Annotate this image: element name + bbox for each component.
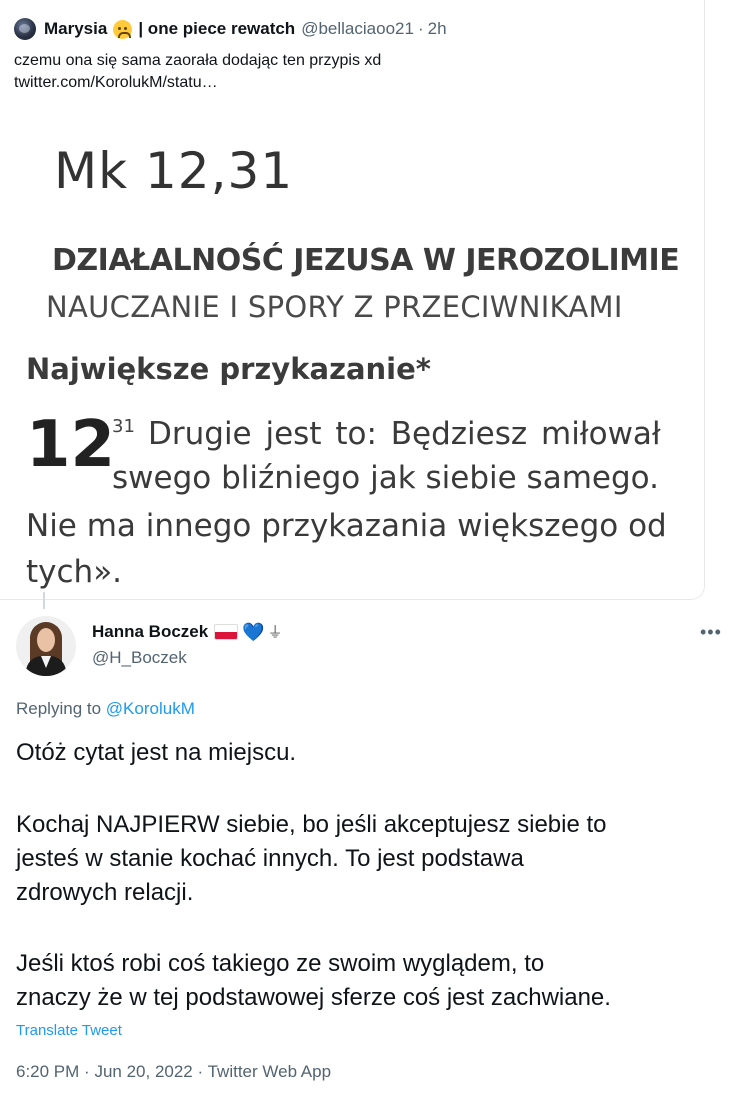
tweet-time[interactable]: 6:20 PM — [16, 1062, 79, 1081]
poland-flag-icon — [214, 624, 239, 640]
quoted-timestamp[interactable]: 2h — [428, 19, 447, 39]
tweet-date[interactable]: Jun 20, 2022 — [94, 1062, 192, 1081]
replying-to-link[interactable]: @KorolukM — [106, 699, 195, 718]
tweet-text-line: jesteś w stanie kochać innych. To jest p… — [16, 845, 524, 872]
scan-text-line: swego bliźniego jak siebie samego. — [112, 460, 659, 496]
scan-text-line: tych». — [26, 554, 123, 590]
scan-reference: Mk 12,31 — [54, 142, 294, 200]
frowning-face-icon — [113, 19, 133, 39]
scan-text-line: Nie ma innego przykazania większego od — [26, 508, 667, 544]
tweet-source[interactable]: Twitter Web App — [208, 1062, 331, 1081]
tweet-metadata: 6:20 PM · Jun 20, 2022 · Twitter Web App — [16, 1062, 331, 1082]
tweet-text-line: Kochaj NAJPIERW siebie, bo jeśli akceptu… — [16, 811, 607, 838]
quoted-tweet-card[interactable]: Marysia | one piece rewatch @bellaciaoo2… — [0, 0, 705, 600]
meta-separator: · — [84, 1062, 90, 1081]
author-handle[interactable]: @H_Boczek — [92, 648, 187, 668]
quoted-author-name[interactable]: Marysia — [44, 19, 107, 39]
avatar[interactable] — [16, 616, 76, 676]
thread-connector — [43, 592, 45, 609]
ground-symbol-icon: ⏚ — [267, 623, 283, 641]
quoted-separator: · — [417, 19, 424, 38]
replying-to-label: Replying to — [16, 699, 102, 718]
tweet-text-line: Jeśli ktoś robi coś takiego ze swoim wyg… — [16, 950, 545, 977]
translate-tweet-link[interactable]: Translate Tweet — [16, 1022, 122, 1039]
quoted-avatar[interactable] — [14, 18, 36, 40]
quoted-tweet-link[interactable]: twitter.com/KorolukM/statu… — [14, 72, 381, 94]
more-options-icon[interactable]: ••• — [700, 622, 722, 643]
tweet-text-line: zdrowych relacji. — [16, 879, 194, 906]
meta-separator: · — [197, 1062, 204, 1081]
tweet-text-line: Otóż cytat jest na miejscu. — [16, 739, 297, 766]
replying-to: Replying to @KorolukM — [16, 699, 195, 719]
tweet-text-line: znaczy że w tej podstawowej sferze coś j… — [16, 984, 611, 1011]
scan-chapter-number: 12 — [26, 408, 116, 482]
author-name[interactable]: Hanna Boczek — [92, 622, 208, 642]
quoted-tweet-text-line: czemu ona się sama zaorała dodając ten p… — [14, 52, 382, 69]
quoted-author-handle[interactable]: @bellaciaoo21 — [301, 19, 414, 39]
scan-heading: Największe przykazanie* — [26, 352, 431, 386]
scan-text-line: Drugie jest to: Będziesz miłował — [148, 416, 661, 452]
quoted-tweet-header: Marysia | one piece rewatch @bellaciaoo2… — [14, 16, 447, 42]
blue-heart-icon: 💙 — [242, 622, 265, 642]
quoted-tweet-text: czemu ona się sama zaorała dodając ten p… — [14, 50, 381, 94]
scan-title: DZIAŁALNOŚĆ JEZUSA W JEROZOLIMIE — [52, 243, 680, 278]
author-row: Hanna Boczek 💙 ⏚ — [92, 622, 283, 642]
scan-verse-number: 31 — [112, 416, 135, 437]
scan-subtitle: NAUCZANIE I SPORY Z PRZECIWNIKAMI — [46, 290, 623, 324]
quoted-author-name-suffix[interactable]: | one piece rewatch — [138, 19, 295, 39]
